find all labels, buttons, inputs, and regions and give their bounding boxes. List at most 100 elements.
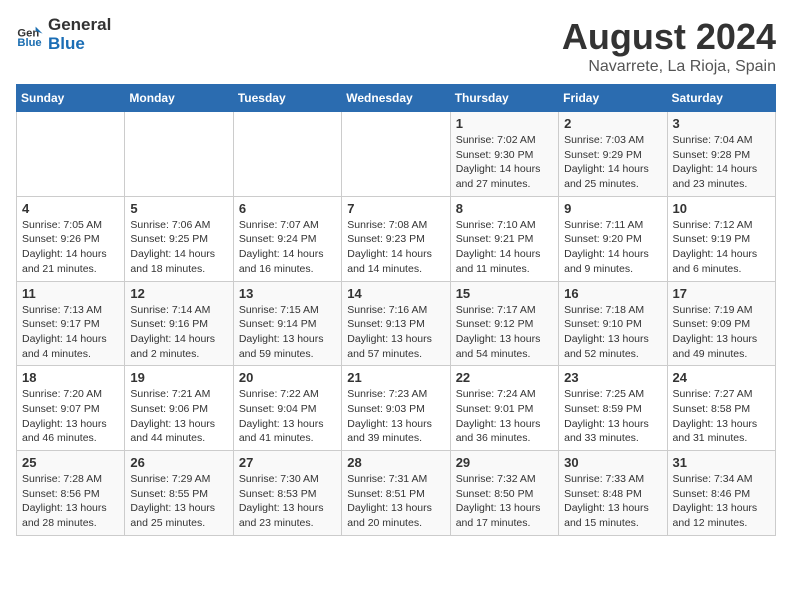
cell-info: Sunrise: 7:03 AM Sunset: 9:29 PM Dayligh… xyxy=(564,133,661,192)
calendar-table: SundayMondayTuesdayWednesdayThursdayFrid… xyxy=(16,84,776,536)
cell-date: 31 xyxy=(673,455,770,470)
cell-date: 12 xyxy=(130,286,227,301)
cell-info: Sunrise: 7:27 AM Sunset: 8:58 PM Dayligh… xyxy=(673,387,770,446)
cell-info: Sunrise: 7:08 AM Sunset: 9:23 PM Dayligh… xyxy=(347,218,444,277)
cell-info: Sunrise: 7:30 AM Sunset: 8:53 PM Dayligh… xyxy=(239,472,336,531)
cell-info: Sunrise: 7:31 AM Sunset: 8:51 PM Dayligh… xyxy=(347,472,444,531)
title-area: August 2024 Navarrete, La Rioja, Spain xyxy=(562,16,776,76)
cell-info: Sunrise: 7:07 AM Sunset: 9:24 PM Dayligh… xyxy=(239,218,336,277)
cell-info: Sunrise: 7:10 AM Sunset: 9:21 PM Dayligh… xyxy=(456,218,553,277)
cell-info: Sunrise: 7:21 AM Sunset: 9:06 PM Dayligh… xyxy=(130,387,227,446)
calendar-cell: 13 Sunrise: 7:15 AM Sunset: 9:14 PM Dayli… xyxy=(233,281,341,366)
cell-date: 2 xyxy=(564,116,661,131)
cell-date: 26 xyxy=(130,455,227,470)
day-header-monday: Monday xyxy=(125,85,233,112)
week-row-1: 4Sunrise: 7:05 AM Sunset: 9:26 PM Daylig… xyxy=(17,196,776,281)
calendar-cell: 4Sunrise: 7:05 AM Sunset: 9:26 PM Daylig… xyxy=(17,196,125,281)
calendar-cell: 16Sunrise: 7:18 AM Sunset: 9:10 PM Dayli… xyxy=(559,281,667,366)
calendar-cell xyxy=(125,112,233,197)
cell-info: Sunrise: 7:11 AM Sunset: 9:20 PM Dayligh… xyxy=(564,218,661,277)
calendar-cell: 5 Sunrise: 7:06 AM Sunset: 9:25 PM Daylig… xyxy=(125,196,233,281)
calendar-cell: 15 Sunrise: 7:17 AM Sunset: 9:12 PM Dayli… xyxy=(450,281,558,366)
cell-info: Sunrise: 7:33 AM Sunset: 8:48 PM Dayligh… xyxy=(564,472,661,531)
cell-info: Sunrise: 7:04 AM Sunset: 9:28 PM Dayligh… xyxy=(673,133,770,192)
cell-date: 23 xyxy=(564,370,661,385)
cell-date: 17 xyxy=(673,286,770,301)
cell-info: Sunrise: 7:13 AM Sunset: 9:17 PM Dayligh… xyxy=(22,303,119,362)
cell-info: Sunrise: 7:15 AM Sunset: 9:14 PM Dayligh… xyxy=(239,303,336,362)
calendar-body: 1 Sunrise: 7:02 AM Sunset: 9:30 PM Daylig… xyxy=(17,112,776,536)
main-title: August 2024 xyxy=(562,16,776,58)
logo-general-text: General xyxy=(48,16,111,35)
week-row-4: 25 Sunrise: 7:28 AM Sunset: 8:56 PM Dayli… xyxy=(17,451,776,536)
cell-date: 5 xyxy=(130,201,227,216)
calendar-cell: 24Sunrise: 7:27 AM Sunset: 8:58 PM Dayli… xyxy=(667,366,775,451)
calendar-cell xyxy=(233,112,341,197)
calendar-cell: 10 Sunrise: 7:12 AM Sunset: 9:19 PM Dayli… xyxy=(667,196,775,281)
week-row-3: 18 Sunrise: 7:20 AM Sunset: 9:07 PM Dayli… xyxy=(17,366,776,451)
calendar-cell: 31 Sunrise: 7:34 AM Sunset: 8:46 PM Dayli… xyxy=(667,451,775,536)
cell-info: Sunrise: 7:34 AM Sunset: 8:46 PM Dayligh… xyxy=(673,472,770,531)
cell-date: 11 xyxy=(22,286,119,301)
cell-date: 7 xyxy=(347,201,444,216)
header-row: SundayMondayTuesdayWednesdayThursdayFrid… xyxy=(17,85,776,112)
calendar-cell: 2 Sunrise: 7:03 AM Sunset: 9:29 PM Daylig… xyxy=(559,112,667,197)
cell-date: 21 xyxy=(347,370,444,385)
calendar-cell: 12 Sunrise: 7:14 AM Sunset: 9:16 PM Dayli… xyxy=(125,281,233,366)
cell-info: Sunrise: 7:06 AM Sunset: 9:25 PM Dayligh… xyxy=(130,218,227,277)
cell-date: 25 xyxy=(22,455,119,470)
cell-date: 4 xyxy=(22,201,119,216)
cell-info: Sunrise: 7:29 AM Sunset: 8:55 PM Dayligh… xyxy=(130,472,227,531)
cell-date: 28 xyxy=(347,455,444,470)
calendar-cell: 19 Sunrise: 7:21 AM Sunset: 9:06 PM Dayli… xyxy=(125,366,233,451)
calendar-cell: 6Sunrise: 7:07 AM Sunset: 9:24 PM Daylig… xyxy=(233,196,341,281)
day-header-saturday: Saturday xyxy=(667,85,775,112)
cell-info: Sunrise: 7:22 AM Sunset: 9:04 PM Dayligh… xyxy=(239,387,336,446)
calendar-cell: 25 Sunrise: 7:28 AM Sunset: 8:56 PM Dayli… xyxy=(17,451,125,536)
cell-date: 8 xyxy=(456,201,553,216)
calendar-cell: 27 Sunrise: 7:30 AM Sunset: 8:53 PM Dayli… xyxy=(233,451,341,536)
cell-info: Sunrise: 7:20 AM Sunset: 9:07 PM Dayligh… xyxy=(22,387,119,446)
cell-date: 19 xyxy=(130,370,227,385)
calendar-cell xyxy=(17,112,125,197)
calendar-cell: 26 Sunrise: 7:29 AM Sunset: 8:55 PM Dayli… xyxy=(125,451,233,536)
cell-date: 20 xyxy=(239,370,336,385)
header: Gen Blue General Blue August 2024 Navarr… xyxy=(16,16,776,76)
cell-info: Sunrise: 7:12 AM Sunset: 9:19 PM Dayligh… xyxy=(673,218,770,277)
cell-date: 10 xyxy=(673,201,770,216)
logo: Gen Blue General Blue xyxy=(16,16,111,53)
cell-date: 13 xyxy=(239,286,336,301)
calendar-cell: 23 Sunrise: 7:25 AM Sunset: 8:59 PM Dayli… xyxy=(559,366,667,451)
cell-date: 30 xyxy=(564,455,661,470)
subtitle: Navarrete, La Rioja, Spain xyxy=(562,58,776,76)
calendar-cell: 20 Sunrise: 7:22 AM Sunset: 9:04 PM Dayli… xyxy=(233,366,341,451)
cell-date: 22 xyxy=(456,370,553,385)
calendar-cell: 29Sunrise: 7:32 AM Sunset: 8:50 PM Dayli… xyxy=(450,451,558,536)
calendar-cell: 22Sunrise: 7:24 AM Sunset: 9:01 PM Dayli… xyxy=(450,366,558,451)
cell-date: 29 xyxy=(456,455,553,470)
calendar-cell: 11 Sunrise: 7:13 AM Sunset: 9:17 PM Dayli… xyxy=(17,281,125,366)
calendar-cell: 1 Sunrise: 7:02 AM Sunset: 9:30 PM Daylig… xyxy=(450,112,558,197)
cell-info: Sunrise: 7:25 AM Sunset: 8:59 PM Dayligh… xyxy=(564,387,661,446)
logo-icon: Gen Blue xyxy=(16,21,44,49)
calendar-cell: 8 Sunrise: 7:10 AM Sunset: 9:21 PM Daylig… xyxy=(450,196,558,281)
calendar-cell: 28 Sunrise: 7:31 AM Sunset: 8:51 PM Dayli… xyxy=(342,451,450,536)
calendar-cell: 14Sunrise: 7:16 AM Sunset: 9:13 PM Dayli… xyxy=(342,281,450,366)
cell-date: 18 xyxy=(22,370,119,385)
cell-info: Sunrise: 7:28 AM Sunset: 8:56 PM Dayligh… xyxy=(22,472,119,531)
cell-date: 1 xyxy=(456,116,553,131)
day-header-tuesday: Tuesday xyxy=(233,85,341,112)
cell-date: 3 xyxy=(673,116,770,131)
cell-date: 27 xyxy=(239,455,336,470)
cell-info: Sunrise: 7:19 AM Sunset: 9:09 PM Dayligh… xyxy=(673,303,770,362)
logo-blue-text: Blue xyxy=(48,35,111,54)
week-row-2: 11 Sunrise: 7:13 AM Sunset: 9:17 PM Dayli… xyxy=(17,281,776,366)
cell-info: Sunrise: 7:23 AM Sunset: 9:03 PM Dayligh… xyxy=(347,387,444,446)
cell-info: Sunrise: 7:14 AM Sunset: 9:16 PM Dayligh… xyxy=(130,303,227,362)
cell-info: Sunrise: 7:02 AM Sunset: 9:30 PM Dayligh… xyxy=(456,133,553,192)
cell-date: 14 xyxy=(347,286,444,301)
cell-date: 15 xyxy=(456,286,553,301)
cell-info: Sunrise: 7:18 AM Sunset: 9:10 PM Dayligh… xyxy=(564,303,661,362)
cell-info: Sunrise: 7:17 AM Sunset: 9:12 PM Dayligh… xyxy=(456,303,553,362)
day-header-sunday: Sunday xyxy=(17,85,125,112)
